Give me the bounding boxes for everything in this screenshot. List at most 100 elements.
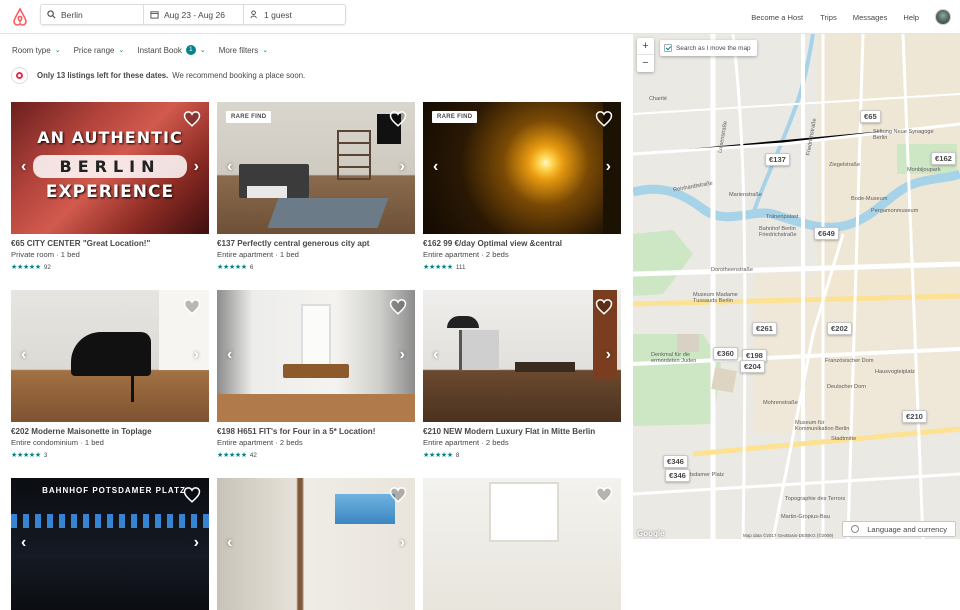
filter-room-type[interactable]: Room type ⌄ (12, 46, 61, 55)
filter-more-filters-label: More filters (218, 45, 259, 55)
prev-photo-arrow-icon[interactable]: ‹ (227, 534, 232, 552)
heart-icon[interactable] (595, 298, 613, 316)
user-avatar[interactable] (935, 9, 951, 25)
photo-detail (217, 394, 415, 422)
listing-title[interactable]: €202 Moderne Maisonette in Toplage (11, 427, 209, 436)
listing-photo[interactable]: ‹ › (11, 290, 209, 422)
heart-icon[interactable] (183, 486, 201, 504)
map-price-pin[interactable]: €210 (902, 410, 927, 423)
photo-detail (71, 332, 151, 376)
map-label: Stiftung Neue Synagoge Berlin (873, 129, 934, 141)
map-price-pin[interactable]: €137 (765, 153, 790, 166)
map-label: Französischer Dom (825, 358, 874, 364)
map-label: Bode-Museum (851, 196, 888, 202)
filter-instant-book-label: Instant Book (137, 45, 182, 55)
listing-photo[interactable]: BAHNHOF POTSDAMER PLATZ ‹ › (11, 478, 209, 610)
next-photo-arrow-icon[interactable]: › (194, 534, 199, 552)
top-nav: Become a Host Trips Messages Help (751, 0, 960, 34)
map-price-pin[interactable]: €360 (713, 347, 738, 360)
next-photo-arrow-icon[interactable]: › (400, 534, 405, 552)
search-icon (47, 10, 56, 19)
listing-photo[interactable]: ‹ › (217, 478, 415, 610)
guests-input[interactable]: 1 guest (244, 5, 345, 24)
target-icon (11, 66, 28, 84)
map-price-pin[interactable]: €261 (752, 322, 777, 335)
airbnb-logo-icon[interactable] (10, 7, 30, 27)
nav-become-host[interactable]: Become a Host (751, 13, 803, 22)
prev-photo-arrow-icon[interactable]: ‹ (21, 534, 26, 552)
listing-subtitle: Entire apartment · 2 beds (423, 250, 509, 259)
map-price-pin[interactable]: €204 (740, 360, 765, 373)
photo-detail (447, 316, 479, 328)
photo-detail (11, 514, 209, 528)
filter-more-filters[interactable]: More filters ⌄ (219, 46, 268, 55)
photo-detail (335, 494, 395, 524)
next-photo-arrow-icon[interactable]: › (194, 346, 199, 364)
heart-icon[interactable] (183, 110, 201, 128)
map-panel[interactable]: + − Search as I move the map Charité Sti… (633, 34, 960, 539)
listing-subtitle: Private room · 1 bed (11, 250, 80, 259)
map-price-pin[interactable]: €649 (814, 227, 839, 240)
review-count: 3 (43, 451, 48, 459)
search-as-move-map-toggle[interactable]: Search as I move the map (660, 40, 757, 56)
heart-icon[interactable] (595, 110, 613, 128)
map-price-pin[interactable]: €65 (860, 110, 881, 123)
listing-title[interactable]: €198 H651 FIT's for Four in a 5* Locatio… (217, 427, 415, 436)
listing-photo[interactable]: AN AUTHENTIC BERLIN EXPERIENCE ‹ › (11, 102, 209, 234)
listing-photo[interactable]: ‹ › (423, 290, 621, 422)
notice-text: We recommend booking a place soon. (172, 70, 306, 80)
calendar-icon (150, 11, 159, 19)
map-label: Stadtmitte (831, 436, 857, 442)
map-price-pin[interactable]: €346 (663, 455, 688, 468)
location-input[interactable]: Berlin (41, 5, 144, 24)
listing-photo[interactable] (423, 478, 621, 610)
heart-icon[interactable] (595, 486, 613, 504)
listing-photo[interactable]: ‹ › (217, 290, 415, 422)
prev-photo-arrow-icon[interactable]: ‹ (227, 158, 232, 176)
map-price-pin[interactable]: €202 (827, 322, 852, 335)
next-photo-arrow-icon[interactable]: › (400, 346, 405, 364)
map-price-pin[interactable]: €346 (665, 469, 690, 482)
nav-trips[interactable]: Trips (820, 13, 837, 22)
listing-rating: ★★★★★ 42 (217, 451, 257, 460)
next-photo-arrow-icon[interactable]: › (606, 158, 611, 176)
top-header: Berlin Aug 23 - Aug 26 1 guest Become a … (0, 0, 960, 34)
prev-photo-arrow-icon[interactable]: ‹ (433, 346, 438, 364)
listing-title[interactable]: €65 CITY CENTER "Great Location!" (11, 239, 209, 248)
rare-find-badge: RARE FIND (432, 111, 478, 123)
heart-icon[interactable] (389, 486, 407, 504)
prev-photo-arrow-icon[interactable]: ‹ (21, 346, 26, 364)
listing-rating: ★★★★★ 6 (217, 263, 253, 272)
map-label: Martin-Gropius-Bau (781, 514, 830, 520)
zoom-in-button[interactable]: + (637, 38, 654, 55)
prev-photo-arrow-icon[interactable]: ‹ (21, 158, 26, 176)
prev-photo-arrow-icon[interactable]: ‹ (433, 158, 438, 176)
next-photo-arrow-icon[interactable]: › (194, 158, 199, 176)
listing-photo[interactable]: RARE FIND ‹ › (217, 102, 415, 234)
listing-photo[interactable]: RARE FIND ‹ › (423, 102, 621, 234)
heart-icon[interactable] (389, 110, 407, 128)
filter-price-range[interactable]: Price range ⌄ (74, 46, 125, 55)
next-photo-arrow-icon[interactable]: › (606, 346, 611, 364)
nav-messages[interactable]: Messages (853, 13, 888, 22)
filter-instant-book[interactable]: Instant Book 1 ⌄ (137, 45, 206, 55)
listing-title[interactable]: €137 Perfectly central generous city apt (217, 239, 415, 248)
next-photo-arrow-icon[interactable]: › (400, 158, 405, 176)
prev-photo-arrow-icon[interactable]: ‹ (227, 346, 232, 364)
listing-title[interactable]: €162 99 €/day Optimal view &central (423, 239, 621, 248)
dates-input[interactable]: Aug 23 - Aug 26 (144, 5, 244, 24)
language-currency-button[interactable]: Language and currency (842, 521, 956, 537)
review-count: 92 (43, 263, 51, 271)
heart-icon[interactable] (183, 298, 201, 316)
filter-price-range-label: Price range (73, 45, 115, 55)
listing-rating: ★★★★★ 3 (11, 451, 48, 460)
photo-detail (283, 364, 349, 378)
heart-icon[interactable] (389, 298, 407, 316)
checkbox-checked-icon[interactable] (664, 44, 672, 52)
listing-title[interactable]: €210 NEW Modern Luxury Flat in Mitte Ber… (423, 427, 621, 436)
photo-text: EXPERIENCE (45, 182, 175, 202)
nav-help[interactable]: Help (903, 13, 919, 22)
zoom-out-button[interactable]: − (637, 55, 654, 72)
map-price-pin[interactable]: €162 (931, 152, 956, 165)
filter-bar: Room type ⌄ Price range ⌄ Instant Book 1… (0, 40, 269, 60)
